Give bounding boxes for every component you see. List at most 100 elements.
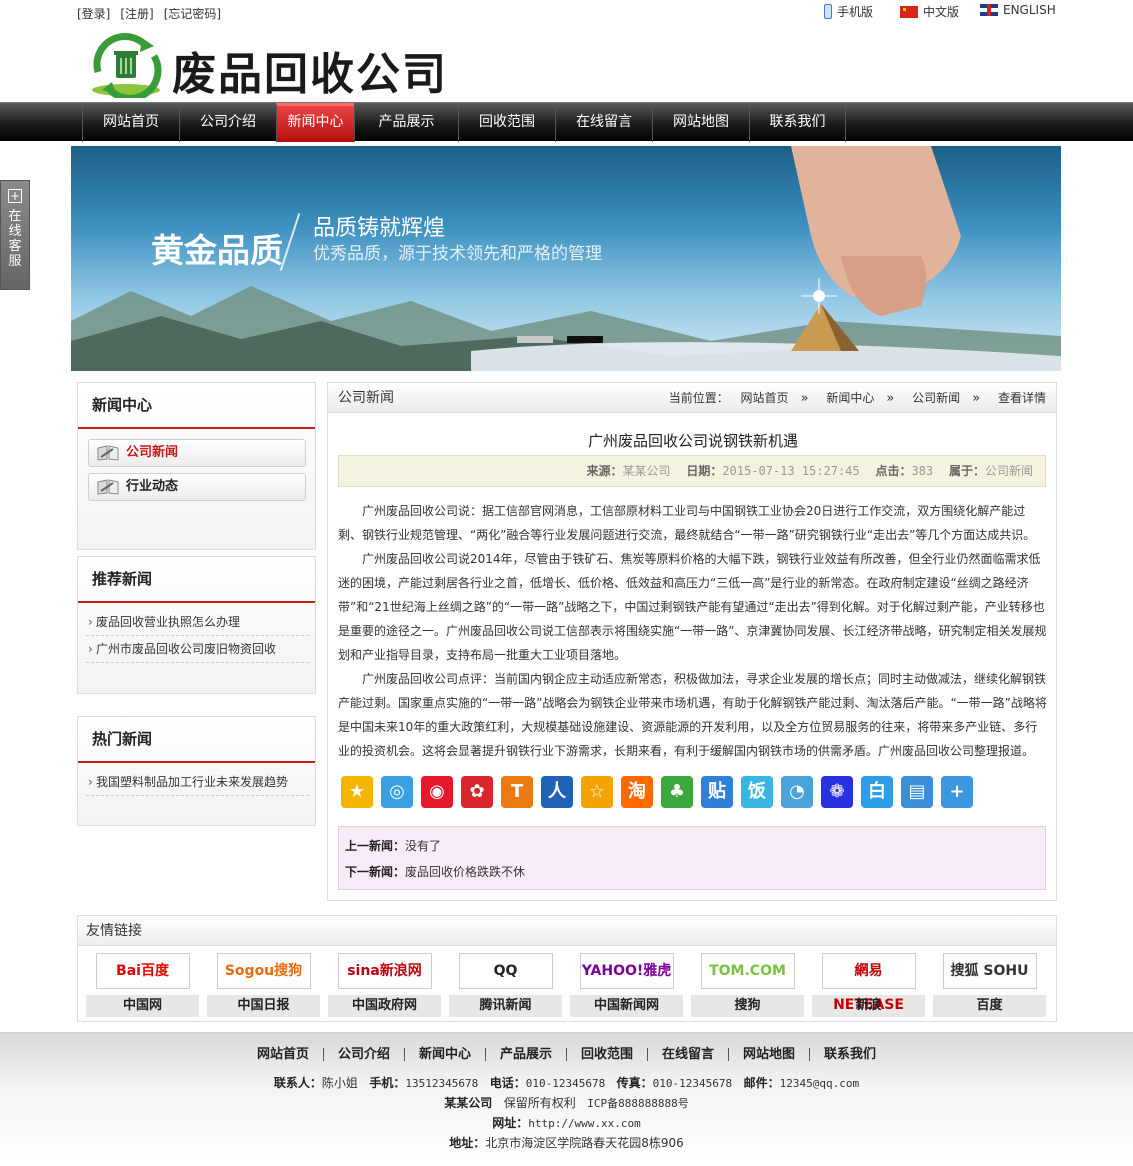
- friend-link-logo[interactable]: TOM.COM: [700, 953, 795, 989]
- print-icon[interactable]: ▤: [901, 776, 933, 808]
- friend-link[interactable]: YAHOO!雅虎中国新闻网: [570, 953, 683, 1017]
- sina-weibo-icon[interactable]: ◉: [421, 776, 453, 808]
- friend-link-name[interactable]: 中国网: [86, 995, 199, 1017]
- nav-news[interactable]: 新闻中心: [276, 103, 354, 142]
- tianya-icon[interactable]: T: [501, 776, 533, 808]
- netease-weibo-icon[interactable]: ✿: [461, 776, 493, 808]
- hot-news-item[interactable]: 我国塑料制品加工行业未来发展趋势: [86, 769, 309, 796]
- fax-label: 传真：: [616, 1076, 653, 1090]
- fanfou-icon[interactable]: 饭: [741, 776, 773, 808]
- url-value[interactable]: http://www.xx.com: [528, 1117, 641, 1130]
- banner-title: 黄金品质: [151, 231, 283, 270]
- friend-link-logo[interactable]: Bai百度: [95, 953, 190, 989]
- nav-home[interactable]: 网站首页: [82, 103, 179, 142]
- article-panel-header: 公司新闻 当前位置： 网站首页 » 新闻中心 » 公司新闻 » 查看详情: [328, 383, 1056, 413]
- friend-link[interactable]: QQ 腾讯新闻: [449, 953, 562, 1017]
- friend-link-logo[interactable]: 搜狐 SOHU: [942, 953, 1037, 989]
- footer-nav-news[interactable]: 新闻中心: [403, 1048, 485, 1061]
- friend-link[interactable]: sina新浪网中国政府网: [328, 953, 441, 1017]
- article-panel: 公司新闻 当前位置： 网站首页 » 新闻中心 » 公司新闻 » 查看详情 广州废品回收…: [327, 382, 1057, 901]
- mobile-phone-icon: [824, 4, 832, 19]
- login-link[interactable]: [登录]: [77, 7, 110, 21]
- register-link[interactable]: [注册]: [120, 7, 153, 21]
- baidu-icon[interactable]: ❁: [821, 776, 853, 808]
- nav-sitemap[interactable]: 网站地图: [652, 103, 749, 142]
- qzone-icon[interactable]: ★: [341, 776, 373, 808]
- slide-dot-2[interactable]: [567, 336, 603, 343]
- english-version-link[interactable]: ENGLISH: [980, 3, 1056, 17]
- footer-nav-scope[interactable]: 回收范围: [566, 1048, 647, 1061]
- article-paragraph: 广州废品回收公司点评：当前国内钢企应主动适应新常态，积极做加法，寻求企业发展的增…: [338, 672, 1047, 758]
- prev-news[interactable]: 上一新闻：没有了: [345, 833, 1039, 859]
- forgot-password-link[interactable]: [忘记密码]: [164, 7, 221, 21]
- breadcrumb-news[interactable]: 新闻中心: [826, 391, 874, 405]
- footer-nav-about[interactable]: 公司介绍: [322, 1048, 404, 1061]
- friend-link-name[interactable]: 中国政府网: [328, 995, 441, 1017]
- online-service-tab[interactable]: + 在线客服: [0, 180, 30, 290]
- footer-nav-products[interactable]: 产品展示: [484, 1048, 566, 1061]
- article-paragraph: 广州废品回收公司说：据工信部官网消息，工信部原材料工业司与中国钢铁工业协会20日…: [338, 504, 1036, 542]
- friend-link-name[interactable]: 新浪: [812, 995, 925, 1017]
- recommended-news-item[interactable]: 废品回收营业执照怎么办理: [86, 609, 309, 636]
- qq-weibo-icon[interactable]: ◎: [381, 776, 413, 808]
- friend-link-name[interactable]: 百度: [933, 995, 1046, 1017]
- footer-nav-sitemap[interactable]: 网站地图: [728, 1048, 809, 1061]
- friend-link-logo[interactable]: sina新浪网: [337, 953, 432, 989]
- company-name: 某某公司: [444, 1096, 493, 1110]
- site-name[interactable]: 废品回收公司: [172, 38, 448, 102]
- footer-nav-contact[interactable]: 联系我们: [809, 1048, 890, 1061]
- icp-number[interactable]: ICP备888888888号: [587, 1097, 688, 1110]
- breadcrumb-home[interactable]: 网站首页: [741, 391, 789, 405]
- friend-link-name[interactable]: 中国新闻网: [570, 995, 683, 1017]
- people-icon[interactable]: 人: [541, 776, 573, 808]
- nav-contact[interactable]: 联系我们: [749, 103, 846, 142]
- friend-link-name[interactable]: 腾讯新闻: [449, 995, 562, 1017]
- sohu-icon[interactable]: ◔: [781, 776, 813, 808]
- breadcrumb-label: 当前位置：: [668, 391, 729, 405]
- friend-link-name[interactable]: 中国日报: [207, 995, 320, 1017]
- nav-scope[interactable]: 回收范围: [458, 103, 555, 142]
- friend-link-name[interactable]: 搜狗: [691, 995, 804, 1017]
- next-news[interactable]: 下一新闻：废品回收价格跌跌不休: [345, 859, 1039, 885]
- kaixin-icon[interactable]: ♣: [661, 776, 693, 808]
- sidebar-hot-title: 热门新闻: [78, 717, 315, 763]
- tieba-icon[interactable]: 贴: [701, 776, 733, 808]
- category-company-news[interactable]: 公司新闻: [88, 439, 306, 467]
- top-bar: [登录] [注册] [忘记密码] 手机版 中文版 ENGLISH: [0, 0, 1133, 26]
- pengyou-icon[interactable]: ☆: [581, 776, 613, 808]
- page: [登录] [注册] [忘记密码] 手机版 中文版 ENGLISH 废品回收公司 …: [0, 0, 1133, 1166]
- nav-message[interactable]: 在线留言: [555, 103, 652, 142]
- recommended-news-item[interactable]: 广州市废品回收公司废旧物资回收: [86, 636, 309, 663]
- chinese-version-link[interactable]: 中文版: [900, 3, 959, 20]
- email-value[interactable]: 12345@qq.com: [780, 1077, 859, 1090]
- nav-about[interactable]: 公司介绍: [179, 103, 276, 142]
- breadcrumb-company-news[interactable]: 公司新闻: [912, 391, 960, 405]
- chevron-right-icon: »: [972, 391, 981, 406]
- footer-nav-home[interactable]: 网站首页: [243, 1048, 323, 1061]
- friend-link-logo[interactable]: Sogou搜狗: [216, 953, 311, 989]
- category-industry-news[interactable]: 行业动态: [88, 473, 306, 501]
- friend-link-logo[interactable]: 網易 NETEASE: [821, 953, 916, 1013]
- taobao-icon[interactable]: 淘: [621, 776, 653, 808]
- book-icon: [97, 445, 119, 461]
- header: 废品回收公司: [0, 26, 1133, 102]
- mobile-version-link[interactable]: 手机版: [824, 3, 873, 20]
- nav-products[interactable]: 产品展示: [354, 103, 458, 142]
- banner-slogan: 品质铸就辉煌: [313, 216, 446, 241]
- recycle-logo-icon[interactable]: [88, 32, 164, 98]
- baidu-bai-icon[interactable]: 白: [861, 776, 893, 808]
- source-label: 来源：: [586, 464, 623, 478]
- friend-link-logo[interactable]: QQ: [458, 953, 553, 989]
- more-icon[interactable]: +: [941, 776, 973, 808]
- friend-link[interactable]: 搜狐 SOHU 百度: [933, 953, 1046, 1017]
- plus-icon: +: [8, 189, 22, 203]
- friend-link-logo[interactable]: YAHOO!雅虎: [579, 953, 674, 989]
- friend-link[interactable]: TOM.COM 搜狗: [691, 953, 804, 1017]
- footer-nav-message[interactable]: 在线留言: [647, 1048, 728, 1061]
- friend-link[interactable]: Bai百度中国网: [86, 953, 199, 1017]
- friend-link[interactable]: Sogou搜狗中国日报: [207, 953, 320, 1017]
- friend-link[interactable]: 網易 NETEASE新浪: [812, 953, 925, 1017]
- email-label: 邮件：: [743, 1076, 780, 1090]
- chinese-version-label: 中文版: [923, 5, 960, 19]
- slide-dot-1[interactable]: [517, 336, 553, 343]
